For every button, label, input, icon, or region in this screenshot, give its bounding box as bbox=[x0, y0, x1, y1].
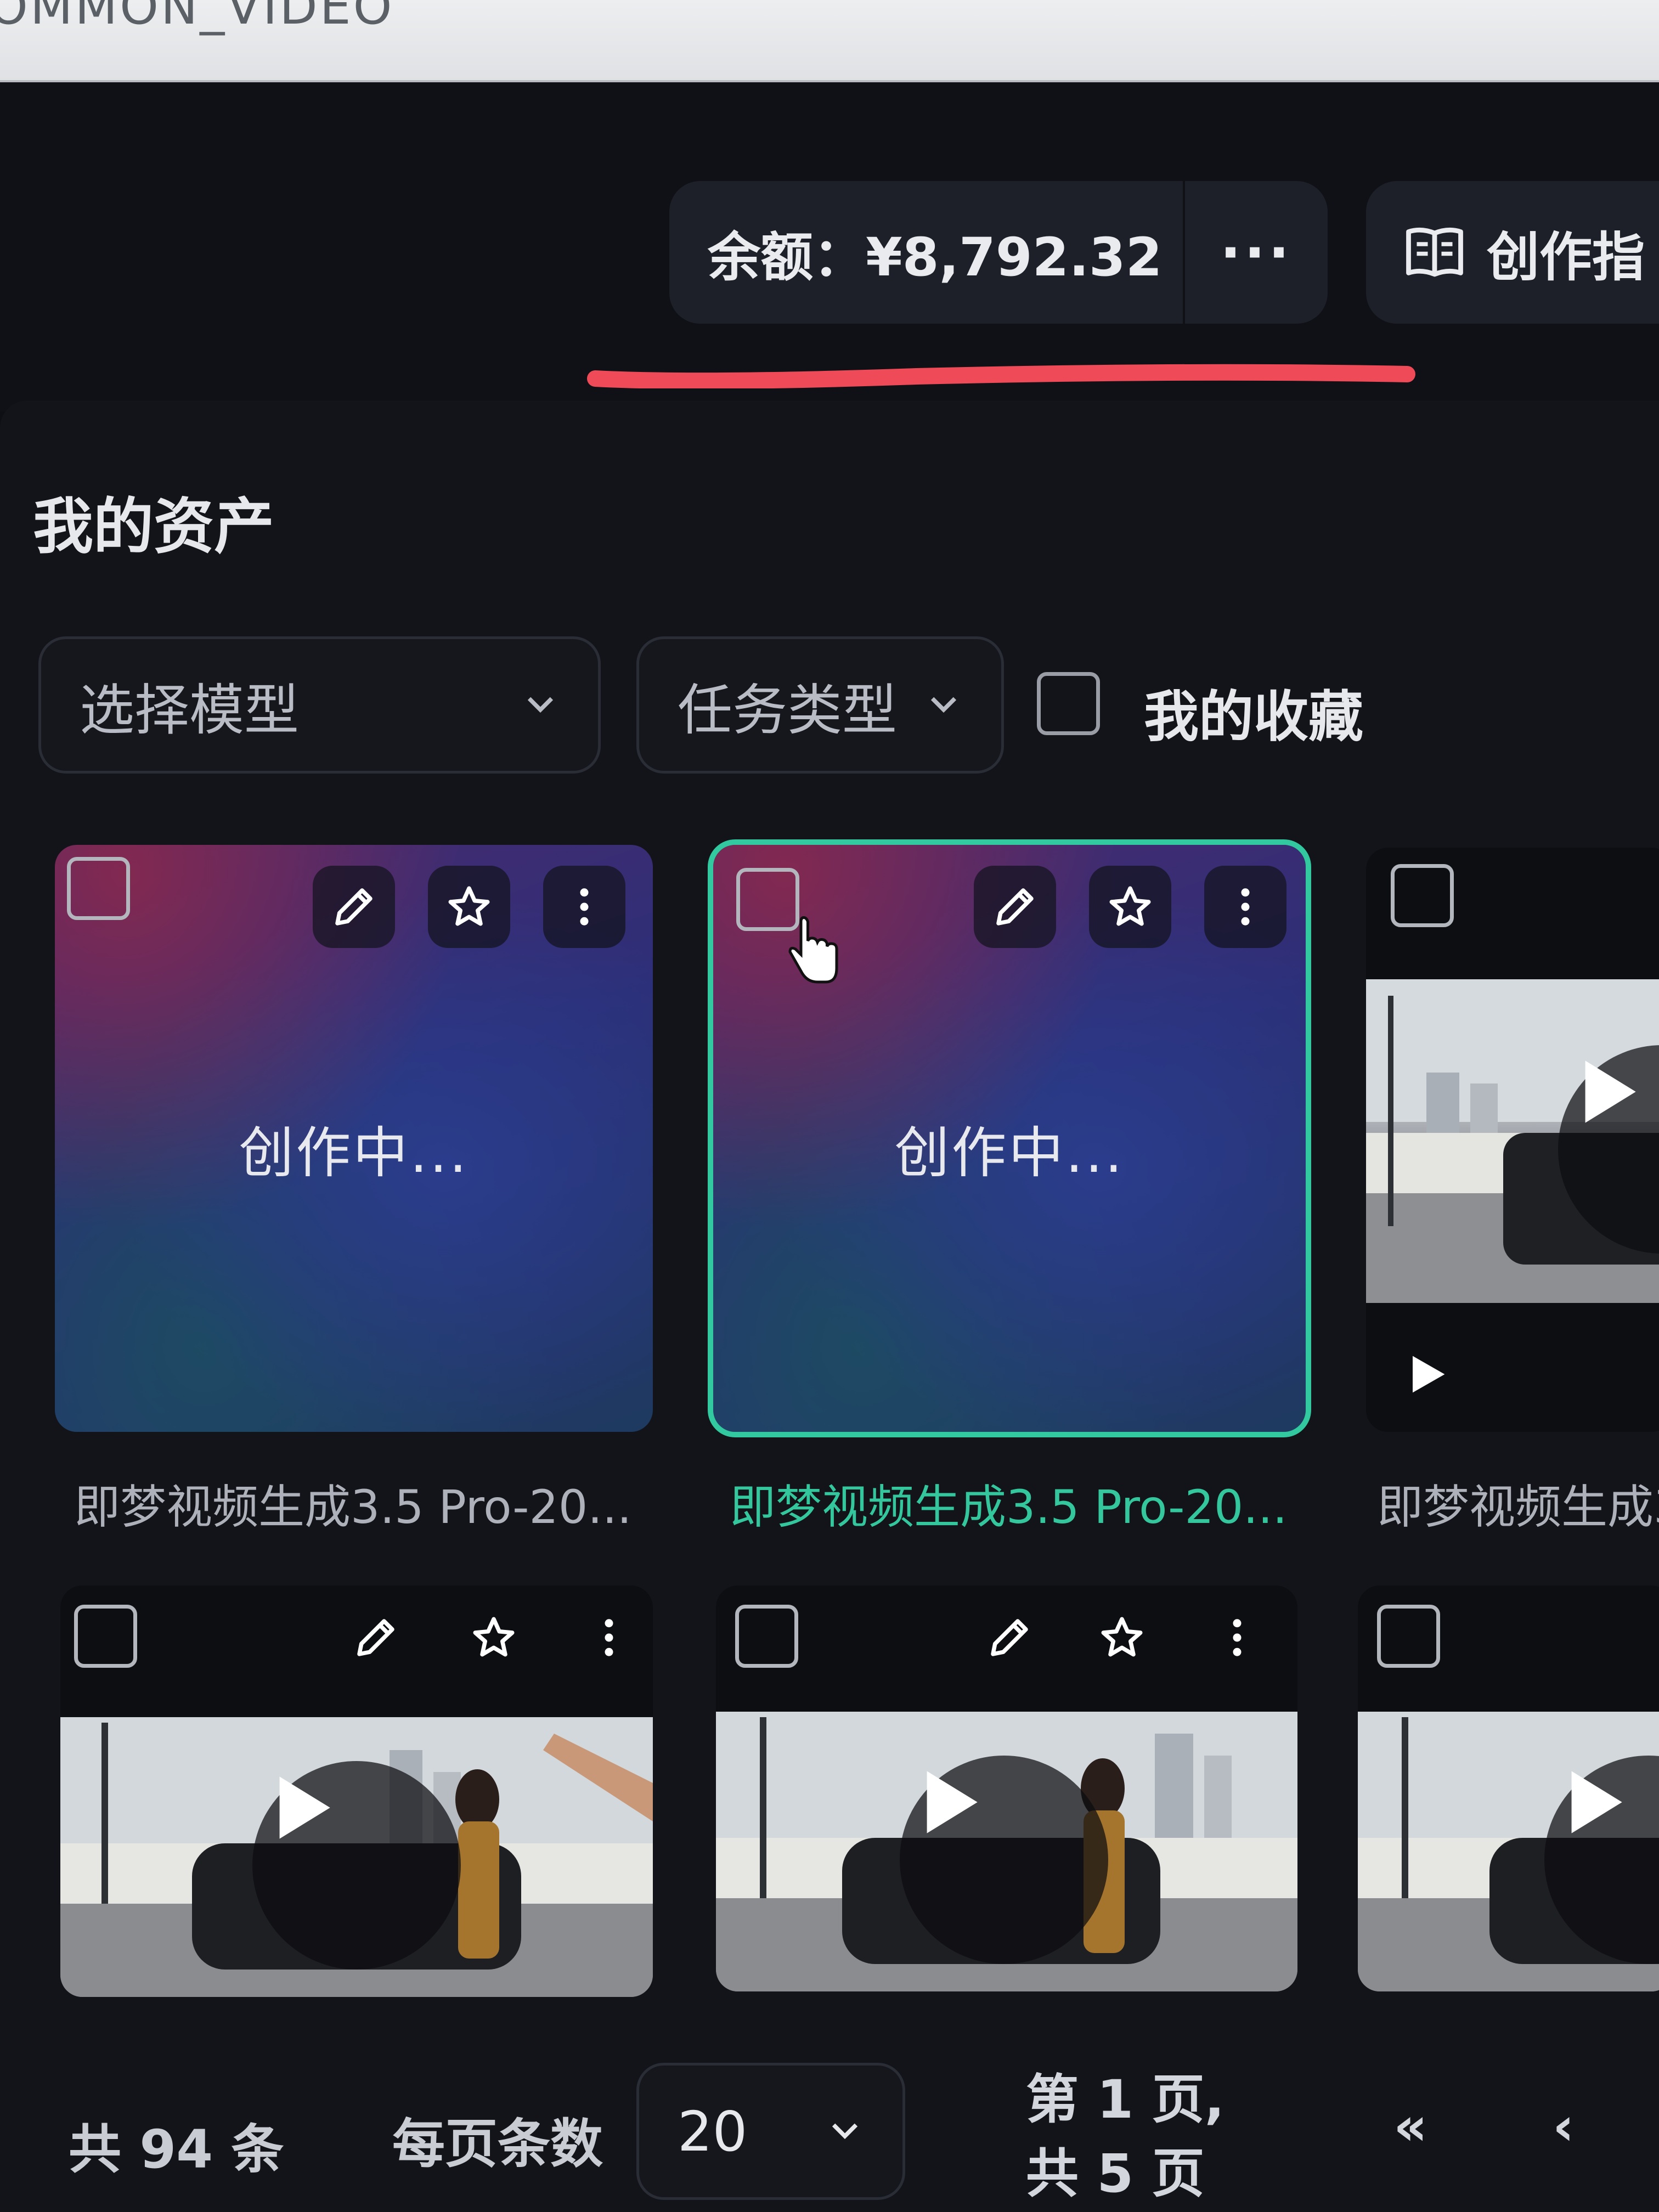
task-type-select[interactable]: 任务类型 bbox=[636, 636, 1004, 774]
chevron-down-icon bbox=[527, 697, 554, 713]
card-title: 即梦视频生成3.5 Pro-20... bbox=[730, 1480, 1288, 1534]
hand-cursor-icon bbox=[788, 916, 838, 984]
more-menu-button[interactable] bbox=[1196, 1596, 1278, 1679]
creation-guide-label: 创作指 bbox=[1487, 226, 1645, 288]
card-checkbox[interactable] bbox=[74, 1605, 137, 1668]
model-select-label: 选择模型 bbox=[80, 678, 299, 742]
chevron-down-icon bbox=[832, 2123, 858, 2140]
creation-guide-button[interactable]: 创作指 bbox=[1366, 181, 1659, 324]
book-icon bbox=[1406, 227, 1463, 277]
asset-card[interactable]: 创作中... bbox=[55, 845, 653, 1432]
window-title-bar: OMMON_VIDEO bbox=[0, 0, 1659, 82]
video-thumbnail bbox=[716, 1712, 1297, 1991]
card-checkbox[interactable] bbox=[67, 857, 130, 920]
play-icon bbox=[1571, 1771, 1622, 1833]
chevron-down-icon bbox=[930, 697, 957, 713]
page-indicator-total: 共 5 页 bbox=[1026, 2143, 1205, 2204]
red-annotation-underline bbox=[587, 364, 1415, 388]
video-thumbnail bbox=[1366, 979, 1659, 1303]
more-menu-button[interactable] bbox=[1204, 866, 1286, 948]
pencil-icon bbox=[996, 888, 1034, 926]
more-vertical-icon bbox=[605, 1619, 613, 1656]
balance-text: 余额：¥8,792.32 bbox=[708, 226, 1163, 288]
play-overlay[interactable] bbox=[252, 1761, 461, 1970]
card-checkbox[interactable] bbox=[735, 1605, 798, 1668]
card-checkbox[interactable] bbox=[1377, 1605, 1440, 1668]
model-select[interactable]: 选择模型 bbox=[38, 636, 601, 774]
edit-button[interactable] bbox=[313, 866, 395, 948]
more-vertical-icon bbox=[1233, 1619, 1242, 1656]
page-indicator: 第 1 页, 共 5 页 bbox=[1026, 2063, 1224, 2211]
page-size-select[interactable]: 20 bbox=[636, 2063, 905, 2200]
asset-card-selected[interactable]: 创作中... bbox=[708, 839, 1311, 1437]
pencil-icon bbox=[357, 1619, 394, 1656]
status-text: 创作中... bbox=[239, 1121, 469, 1185]
page-size-label: 每页条数 bbox=[392, 2113, 603, 2175]
play-icon bbox=[279, 1776, 330, 1839]
prev-page-button[interactable]: ‹ bbox=[1553, 2096, 1575, 2157]
play-icon bbox=[927, 1771, 978, 1833]
card-title: 即梦视频生成3 bbox=[1377, 1480, 1659, 1534]
video-thumbnail bbox=[1358, 1712, 1659, 1991]
more-vertical-icon bbox=[580, 888, 589, 926]
star-icon bbox=[1101, 1617, 1143, 1657]
favorite-button[interactable] bbox=[1081, 1596, 1163, 1679]
page-title: 我的资产 bbox=[33, 492, 274, 562]
more-vertical-icon bbox=[1241, 888, 1250, 926]
total-count: 共 94 条 bbox=[69, 2119, 284, 2180]
window-title: OMMON_VIDEO bbox=[0, 0, 394, 36]
balance-group: 余额：¥8,792.32 ··· bbox=[669, 181, 1328, 324]
video-thumbnail bbox=[60, 1717, 653, 1997]
favorite-button[interactable] bbox=[428, 866, 510, 948]
star-icon bbox=[448, 886, 490, 926]
card-title: 即梦视频生成3.5 Pro-20... bbox=[74, 1480, 632, 1534]
asset-card[interactable] bbox=[716, 1585, 1297, 1991]
edit-button[interactable] bbox=[974, 866, 1056, 948]
status-text: 创作中... bbox=[894, 1121, 1125, 1185]
first-page-button[interactable]: « bbox=[1393, 2096, 1427, 2157]
favorite-button[interactable] bbox=[1089, 866, 1171, 948]
more-menu-button[interactable] bbox=[543, 866, 625, 948]
pencil-icon bbox=[335, 888, 373, 926]
favorite-button[interactable] bbox=[453, 1596, 535, 1679]
play-icon bbox=[1585, 1060, 1636, 1123]
play-overlay[interactable] bbox=[900, 1756, 1108, 1964]
page-size-value: 20 bbox=[678, 2099, 748, 2164]
task-type-select-label: 任务类型 bbox=[678, 678, 897, 742]
asset-card[interactable] bbox=[1358, 1585, 1659, 1991]
play-icon[interactable] bbox=[1399, 1347, 1454, 1402]
asset-card[interactable] bbox=[1366, 848, 1659, 1432]
more-menu-button[interactable] bbox=[568, 1596, 650, 1679]
page-indicator-current: 第 1 页, bbox=[1026, 2069, 1225, 2130]
pencil-icon bbox=[991, 1619, 1028, 1656]
star-icon bbox=[1109, 886, 1151, 926]
card-checkbox[interactable] bbox=[1391, 864, 1454, 927]
more-options-button[interactable]: ··· bbox=[1185, 181, 1328, 324]
star-icon bbox=[473, 1617, 515, 1657]
asset-card[interactable] bbox=[60, 1585, 653, 1997]
favorites-checkbox[interactable] bbox=[1037, 672, 1100, 735]
edit-button[interactable] bbox=[335, 1596, 417, 1679]
edit-button[interactable] bbox=[968, 1596, 1051, 1679]
favorites-label: 我的收藏 bbox=[1144, 685, 1363, 749]
